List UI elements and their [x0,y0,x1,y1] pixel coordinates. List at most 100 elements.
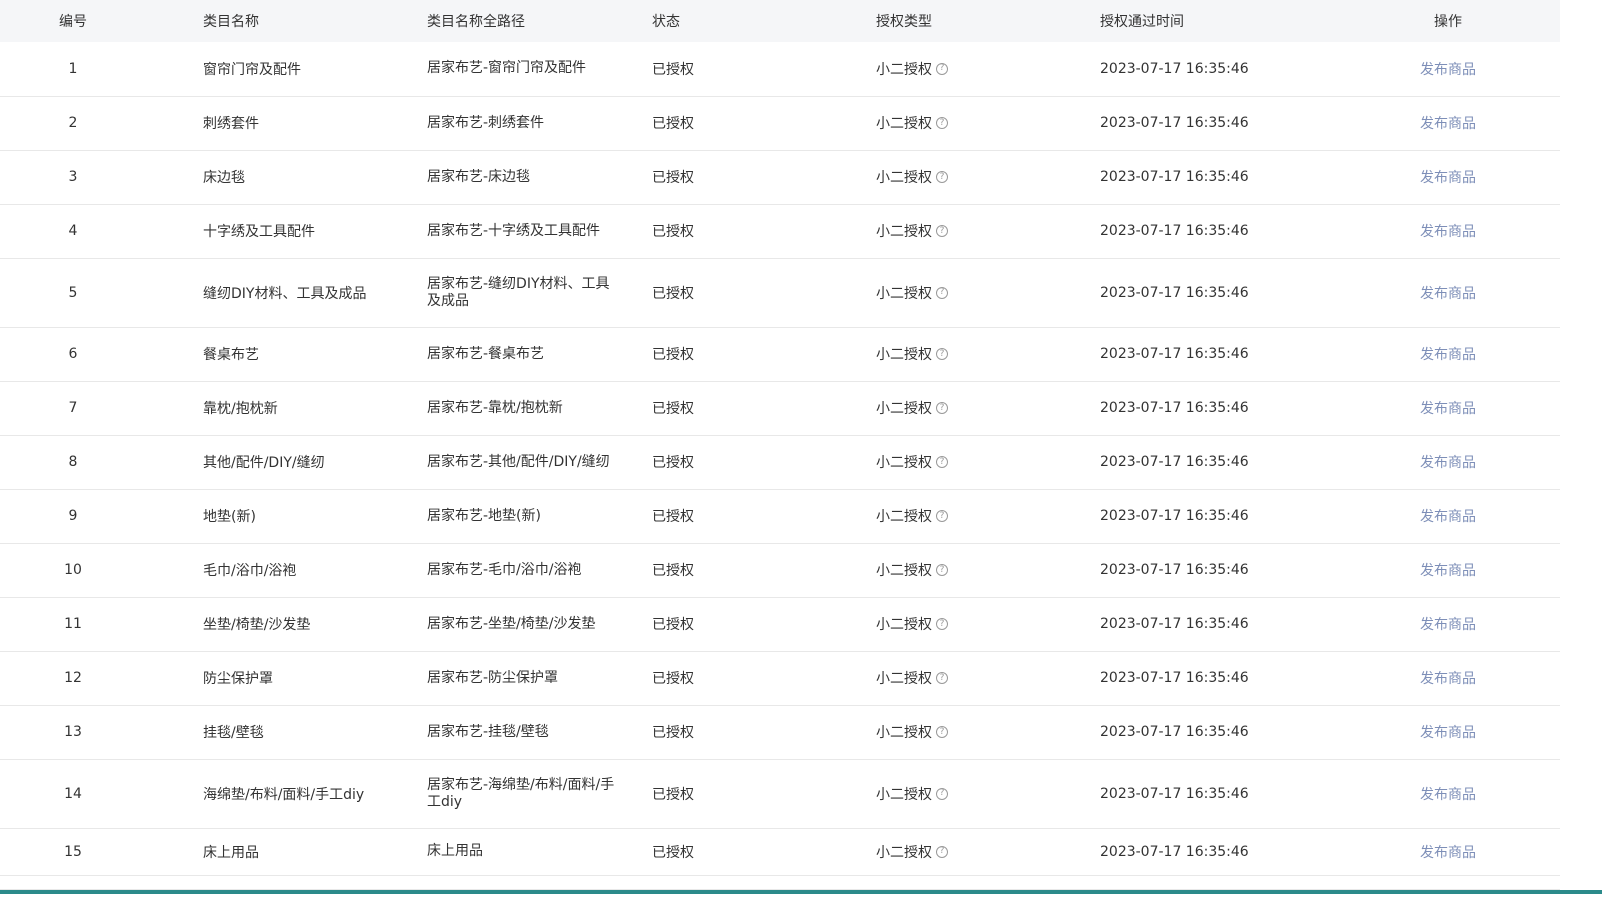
cell-category-name: 挂毯/壁毯 [203,725,264,741]
auth-type-group: 小二授权? [876,614,948,634]
cell-auth-type: 小二授权 [876,116,932,132]
publish-product-link[interactable]: 发布商品 [1420,224,1476,240]
question-circle-icon[interactable]: ? [936,225,948,237]
publish-product-link[interactable]: 发布商品 [1420,455,1476,471]
publish-product-link[interactable]: 发布商品 [1420,617,1476,633]
question-circle-icon[interactable]: ? [936,672,948,684]
cell-category-name: 海绵垫/布料/面料/手工diy [203,786,365,803]
question-circle-icon[interactable]: ? [936,787,948,800]
table-row: 9 地垫(新) 居家布艺-地垫(新) 已授权 小二授权? 2023-07-17 16:35… [0,489,1560,543]
cell-status: 已授权 [652,61,694,78]
cell-category-path: 居家布艺-防尘保护罩 [427,669,559,686]
cell-category-path: 床上用品 [427,843,483,859]
cell-category-path-cell: 居家布艺-海绵垫/布料/面料/手工diy [427,759,652,828]
table-row: 1 窗帘门帘及配件 居家布艺-窗帘门帘及配件 已授权 小二授权? 2023-07-17 1… [0,42,1560,96]
publish-product-link[interactable]: 发布商品 [1420,62,1476,78]
cell-auth-type: 小二授权 [876,170,932,186]
cell-category-path: 居家布艺-挂毯/壁毯 [427,723,549,740]
cell-auth-time: 2023-07-17 16:35:46 [1100,115,1249,131]
cell-category-path: 居家布艺-坐垫/椅垫/沙发垫 [427,615,596,632]
cell-category-path: 居家布艺-地垫(新) [427,507,541,524]
cell-action: 发布商品 [1318,381,1560,435]
publish-product-link[interactable]: 发布商品 [1420,787,1476,803]
publish-product-link[interactable]: 发布商品 [1420,671,1476,687]
cell-status: 已授权 [652,844,694,861]
question-circle-icon[interactable]: ? [936,510,948,522]
question-circle-icon[interactable]: ? [936,564,948,576]
cell-category-name: 窗帘门帘及配件 [203,61,301,78]
cell-index: 8 [68,454,78,470]
cell-auth-time: 2023-07-17 16:35:46 [1100,843,1249,860]
cell-category-name: 床边毯 [203,170,245,186]
cell-category-path: 居家布艺-十字绣及工具配件 [427,222,601,239]
cell-index: 13 [64,724,82,740]
cell-index: 6 [68,346,78,362]
cell-auth-time: 2023-07-17 16:35:46 [1100,169,1249,185]
cell-status: 已授权 [652,617,694,633]
cell-auth-type-cell: 小二授权? [876,381,1100,435]
cell-category-path-cell: 居家布艺-床边毯 [427,150,652,204]
cell-category-name: 床上用品 [203,844,259,861]
cell-index: 11 [64,616,82,632]
cell-action: 发布商品 [1318,828,1560,875]
publish-product-link[interactable]: 发布商品 [1420,116,1476,132]
cell-auth-type-cell: 小二授权? [876,96,1100,150]
auth-type-group: 小二授权? [876,722,948,742]
cell-action: 发布商品 [1318,597,1560,651]
question-circle-icon[interactable]: ? [936,402,948,414]
cell-category-name: 毛巾/浴巾/浴袍 [203,563,297,579]
table-row: 7 靠枕/抱枕新 居家布艺-靠枕/抱枕新 已授权 小二授权? 2023-07-17 16:… [0,381,1560,435]
cell-category-path: 居家布艺-餐桌布艺 [427,345,545,362]
table-row: 12 防尘保护罩 居家布艺-防尘保护罩 已授权 小二授权? 2023-07-17 16:3… [0,651,1560,705]
cell-auth-type-cell: 小二授权? [876,327,1100,381]
cell-category-path: 居家布艺-毛巾/浴巾/浴袍 [427,561,582,578]
header-status: 状态 [652,14,680,30]
header-action: 操作 [1434,14,1462,30]
cell-index: 12 [64,670,82,686]
question-circle-icon[interactable]: ? [936,171,948,183]
header-category-name: 类目名称 [203,14,259,30]
cell-category-path-cell: 居家布艺-刺绣套件 [427,96,652,150]
cell-index: 5 [68,284,78,301]
cell-status: 已授权 [652,509,694,525]
header-category-path: 类目名称全路径 [427,14,525,30]
publish-product-link[interactable]: 发布商品 [1420,845,1476,861]
cell-category-path: 居家布艺-海绵垫/布料/面料/手工diy [427,776,615,810]
cell-status: 已授权 [652,455,694,471]
cell-auth-type-cell: 小二授权? [876,705,1100,759]
question-circle-icon[interactable]: ? [936,456,948,468]
cell-category-path-cell: 居家布艺-地垫(新) [427,489,652,543]
cell-status: 已授权 [652,347,694,363]
cell-status: 已授权 [652,285,694,302]
cell-category-path-cell: 居家布艺-防尘保护罩 [427,651,652,705]
auth-type-group: 小二授权? [876,398,948,418]
publish-product-link[interactable]: 发布商品 [1420,725,1476,741]
cell-auth-time: 2023-07-17 16:35:46 [1100,670,1249,686]
cell-auth-time: 2023-07-17 16:35:46 [1100,60,1249,77]
question-circle-icon[interactable]: ? [936,618,948,630]
cell-action: 发布商品 [1318,489,1560,543]
question-circle-icon[interactable]: ? [936,117,948,129]
cell-auth-type: 小二授权 [876,455,932,471]
question-circle-icon[interactable]: ? [936,726,948,738]
category-auth-table: 编号 类目名称 类目名称全路径 状态 授权类型 授权通过时间 操作 1 窗帘门帘及… [0,0,1560,876]
cell-category-path: 居家布艺-缝纫DIY材料、工具及成品 [427,275,610,309]
table-row: 10 毛巾/浴巾/浴袍 居家布艺-毛巾/浴巾/浴袍 已授权 小二授权? 2023-07-1… [0,543,1560,597]
cell-status: 已授权 [652,116,694,132]
publish-product-link[interactable]: 发布商品 [1420,286,1476,302]
publish-product-link[interactable]: 发布商品 [1420,509,1476,525]
question-circle-icon[interactable]: ? [936,845,948,858]
question-circle-icon[interactable]: ? [936,62,948,75]
question-circle-icon[interactable]: ? [936,348,948,360]
question-circle-icon[interactable]: ? [936,286,948,299]
cell-auth-time: 2023-07-17 16:35:46 [1100,454,1249,470]
cell-status: 已授权 [652,563,694,579]
publish-product-link[interactable]: 发布商品 [1420,170,1476,186]
table-row: 4 十字绣及工具配件 居家布艺-十字绣及工具配件 已授权 小二授权? 2023-07-17… [0,204,1560,258]
publish-product-link[interactable]: 发布商品 [1420,347,1476,363]
cell-index: 14 [64,785,82,802]
cell-auth-type-cell: 小二授权? [876,435,1100,489]
table-row: 3 床边毯 居家布艺-床边毯 已授权 小二授权? 2023-07-17 16:35:46 发… [0,150,1560,204]
publish-product-link[interactable]: 发布商品 [1420,401,1476,417]
publish-product-link[interactable]: 发布商品 [1420,563,1476,579]
